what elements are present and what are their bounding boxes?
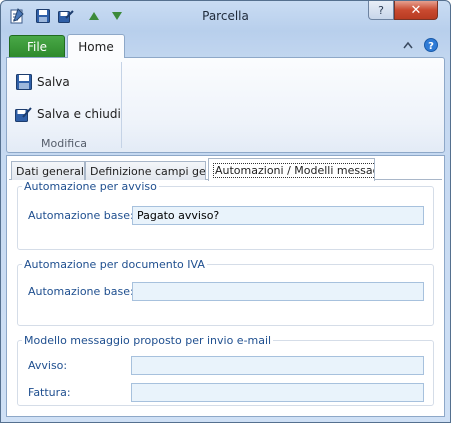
automazione-base-doc-iva-field[interactable] xyxy=(132,282,424,301)
tab-dati-generali[interactable]: Dati generali xyxy=(11,161,85,180)
automazione-base-label: Automazione base: xyxy=(28,285,134,298)
group-automazione-avviso: Automazione per avviso Automazione base:… xyxy=(17,180,434,250)
save-close-icon xyxy=(15,105,33,123)
save-button-label: Salva xyxy=(37,75,70,89)
app-window: Parcella ? ✕ File Home ? Salva Salva e c… xyxy=(0,0,451,423)
automazione-base-label: Automazione base: xyxy=(28,209,134,222)
tab-automazioni[interactable]: Automazioni / Modelli messaggio xyxy=(208,158,375,181)
save-button[interactable]: Salva xyxy=(15,71,70,93)
ribbon-tabs: File Home ? xyxy=(1,31,450,58)
fattura-template-field[interactable] xyxy=(131,383,424,402)
save-close-button[interactable]: Salva e chiudi xyxy=(15,103,121,125)
help-button[interactable]: ? xyxy=(368,1,394,20)
group-modello-email: Modello messaggio proposto per invio e-m… xyxy=(17,334,434,406)
form-tabstrip: Dati generali Definizione campi gestiti … xyxy=(9,158,442,181)
ribbon-body: Salva Salva e chiudi Modifica xyxy=(6,57,445,153)
tab-definizione-campi[interactable]: Definizione campi gestiti xyxy=(85,161,206,180)
group-legend: Automazione per avviso xyxy=(24,180,157,193)
svg-text:?: ? xyxy=(428,41,434,52)
automazione-base-avviso-field[interactable]: Pagato avviso? xyxy=(132,206,424,225)
save-close-button-label: Salva e chiudi xyxy=(37,107,121,121)
title-bar: Parcella ? ✕ xyxy=(1,1,450,31)
fattura-label: Fattura: xyxy=(28,386,71,399)
group-legend: Automazione per documento IVA xyxy=(24,258,205,271)
help-icon[interactable]: ? xyxy=(424,38,438,52)
tab-home[interactable]: Home xyxy=(67,34,125,58)
close-button[interactable]: ✕ xyxy=(394,1,438,20)
form-content: Dati generali Definizione campi gestiti … xyxy=(6,155,445,417)
avviso-template-field[interactable] xyxy=(131,356,424,375)
minimize-ribbon-icon[interactable] xyxy=(401,38,415,52)
save-icon xyxy=(15,73,33,91)
tab-file[interactable]: File xyxy=(9,35,65,57)
group-label-modifica: Modifica xyxy=(41,137,87,150)
group-separator xyxy=(121,62,122,148)
avviso-label: Avviso: xyxy=(28,359,68,372)
group-legend: Modello messaggio proposto per invio e-m… xyxy=(24,334,272,347)
group-automazione-doc-iva: Automazione per documento IVA Automazion… xyxy=(17,258,434,326)
